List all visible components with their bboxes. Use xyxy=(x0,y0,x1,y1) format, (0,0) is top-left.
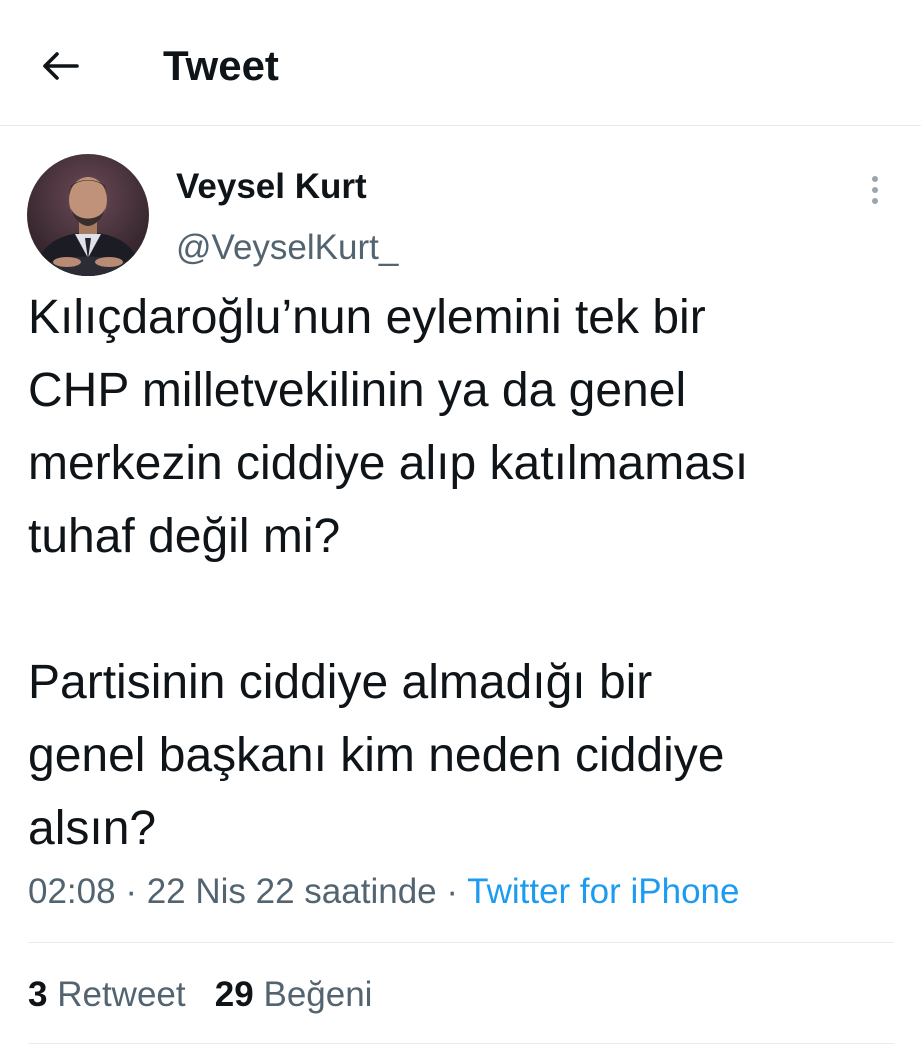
retweets-stat[interactable]: 3 Retweet xyxy=(28,975,186,1014)
page-title: Tweet xyxy=(163,42,279,89)
likes-stat[interactable]: 29 Beğeni xyxy=(215,975,373,1014)
tweet-text-line: CHP milletvekilinin ya da genel xyxy=(28,364,687,417)
tweet-text-line: alsın? xyxy=(28,802,157,855)
tweet-date: 22 Nis 22 saatinde xyxy=(146,872,437,911)
like-label: Beğeni xyxy=(263,975,373,1014)
divider xyxy=(28,1043,894,1044)
more-dots-icon xyxy=(872,198,878,204)
retweet-count: 3 xyxy=(28,975,48,1014)
more-options-button[interactable] xyxy=(858,170,892,210)
like-count: 29 xyxy=(214,975,254,1014)
top-bar: Tweet xyxy=(0,0,921,126)
tweet-text-line: Partisinin ciddiye almadığı bir xyxy=(28,656,653,709)
arrow-left-icon xyxy=(43,52,79,80)
meta-separator: · xyxy=(446,872,459,911)
tweet-text-line: genel başkanı kim neden ciddiye xyxy=(28,729,725,782)
avatar[interactable] xyxy=(27,154,149,276)
divider xyxy=(28,942,894,943)
tweet-text-line: tuhaf değil mi? xyxy=(28,510,341,563)
retweet-label: Retweet xyxy=(57,975,186,1014)
author-handle: @VeyselKurt_ xyxy=(176,228,399,267)
more-dots-icon xyxy=(872,187,878,193)
tweet-stats: 3 Retweet 29 Beğeni xyxy=(28,971,372,1019)
tweet-text-line: Kılıçdaroğlu’nun eylemini tek bir xyxy=(28,291,706,344)
back-button[interactable] xyxy=(30,36,90,96)
tweet-text-line: merkezin ciddiye alıp katılmaması xyxy=(28,437,749,490)
meta-separator: · xyxy=(125,872,137,911)
author-name[interactable]: Veysel Kurt xyxy=(176,165,367,209)
tweet-source-link[interactable]: Twitter for iPhone xyxy=(467,872,739,911)
profile-photo xyxy=(27,154,149,276)
tweet-meta: 02:08 · 22 Nis 22 saatinde · Twitter for… xyxy=(28,867,739,917)
tweet-time: 02:08 xyxy=(28,872,116,911)
more-dots-icon xyxy=(872,176,878,182)
